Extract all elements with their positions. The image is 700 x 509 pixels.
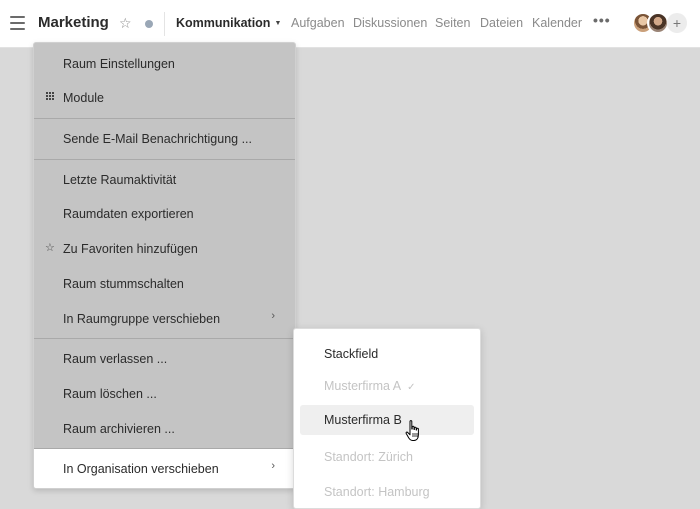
menu-item-raum-loeschen[interactable]: Raum löschen ... (34, 376, 295, 410)
menu-item-label: Raum archivieren ... (63, 422, 175, 436)
star-icon: ☆ (45, 242, 55, 254)
submenu-item-label: Musterfirma B (324, 413, 402, 427)
tab-dateien[interactable]: Dateien (480, 16, 523, 30)
menu-item-raum-archivieren[interactable]: Raum archivieren ... (34, 411, 295, 445)
menu-item-label: In Organisation verschieben (63, 462, 219, 476)
submenu-item-label: Musterfirma A ✓ (324, 379, 416, 393)
menu-item-label: Module (63, 91, 104, 105)
room-options-menu: Raum Einstellungen Module Sende E-Mail B… (33, 42, 296, 489)
hand-cursor-icon (405, 420, 419, 441)
menu-item-raum-verlassen[interactable]: Raum verlassen ... (34, 341, 295, 375)
chevron-right-icon: › (271, 460, 275, 472)
submenu-item-musterfirma-a: Musterfirma A ✓ (300, 371, 474, 401)
tab-aufgaben[interactable]: Aufgaben (291, 16, 345, 30)
menu-item-raumdaten-exportieren[interactable]: Raumdaten exportieren (34, 196, 295, 230)
more-icon[interactable]: ••• (593, 12, 611, 28)
menu-item-sende-email[interactable]: Sende E-Mail Benachrichtigung ... (34, 121, 295, 155)
top-bar: Marketing ☆ Kommunikation ▼ Aufgaben Disk… (0, 0, 700, 48)
check-icon: ✓ (407, 382, 416, 393)
menu-item-label: Raum stummschalten (63, 277, 184, 291)
organisation-submenu: Stackfield Musterfirma A ✓ Musterfirma B … (293, 328, 481, 509)
menu-item-zu-favoriten[interactable]: ☆ Zu Favoriten hinzufügen (34, 231, 295, 265)
menu-item-in-raumgruppe-verschieben[interactable]: In Raumgruppe verschieben › (34, 301, 295, 335)
menu-item-label: Raumdaten exportieren (63, 207, 194, 221)
tab-seiten[interactable]: Seiten (435, 16, 470, 30)
menu-item-label: Raum verlassen ... (63, 352, 168, 366)
hamburger-menu-icon[interactable] (10, 16, 25, 30)
submenu-item-text: Musterfirma A (324, 379, 402, 393)
submenu-item-standort-hamburg: Standort: Hamburg (300, 477, 474, 507)
submenu-item-label: Stackfield (324, 347, 379, 361)
tab-diskussionen[interactable]: Diskussionen (353, 16, 427, 30)
chevron-right-icon: › (271, 310, 275, 322)
status-dot-icon[interactable] (145, 20, 153, 28)
menu-item-letzte-raumaktivitaet[interactable]: Letzte Raumaktivität (34, 162, 295, 196)
menu-item-label: Raum Einstellungen (63, 57, 175, 71)
submenu-item-stackfield[interactable]: Stackfield (300, 339, 474, 369)
star-icon[interactable]: ☆ (119, 14, 132, 32)
submenu-item-label: Standort: Hamburg (324, 485, 430, 499)
menu-separator (34, 159, 295, 160)
submenu-item-standort-zuerich: Standort: Zürich (300, 442, 474, 472)
avatar[interactable] (647, 12, 669, 34)
menu-item-module[interactable]: Module (34, 80, 295, 114)
menu-separator (34, 118, 295, 119)
room-title: Marketing (38, 14, 109, 31)
tab-kalender[interactable]: Kalender (532, 16, 582, 30)
header-divider (164, 12, 165, 36)
submenu-item-musterfirma-b[interactable]: Musterfirma B (300, 405, 474, 435)
menu-item-label: Raum löschen ... (63, 387, 157, 401)
menu-separator (34, 338, 295, 339)
menu-item-label: In Raumgruppe verschieben (63, 312, 221, 326)
caret-down-icon: ▼ (274, 20, 282, 28)
submenu-item-label: Standort: Zürich (324, 450, 413, 464)
tab-label: Kommunikation (176, 16, 271, 30)
menu-item-label: Sende E-Mail Benachrichtigung ... (63, 132, 252, 146)
grid-icon (46, 92, 55, 101)
menu-item-raum-einstellungen[interactable]: Raum Einstellungen (34, 46, 295, 80)
add-member-button[interactable]: + (667, 13, 687, 33)
menu-item-in-organisation-verschieben[interactable]: In Organisation verschieben › (34, 449, 295, 488)
menu-item-raum-stummschalten[interactable]: Raum stummschalten (34, 266, 295, 300)
menu-item-label: Zu Favoriten hinzufügen (63, 242, 198, 256)
tab-kommunikation[interactable]: Kommunikation ▼ (176, 16, 281, 30)
menu-item-label: Letzte Raumaktivität (63, 173, 177, 187)
